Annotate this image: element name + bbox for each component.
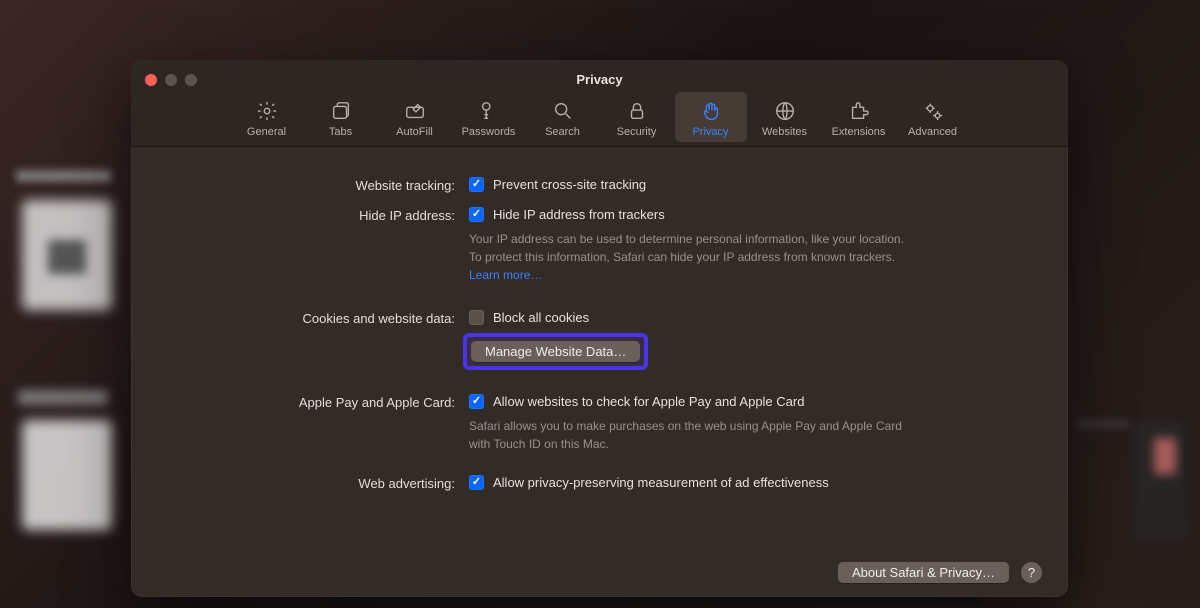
tab-label: Search — [527, 126, 599, 138]
about-safari-privacy-button[interactable]: About Safari & Privacy… — [838, 562, 1009, 583]
desktop-item — [22, 420, 112, 530]
desktop-item — [48, 240, 86, 274]
window-title: Privacy — [131, 72, 1068, 87]
titlebar: Privacy General Tabs AutoFill — [131, 60, 1068, 147]
checkbox-label: Prevent cross-site tracking — [493, 177, 646, 192]
checkbox-block-cookies[interactable] — [469, 310, 484, 325]
checkbox-prevent-cross-site[interactable] — [469, 177, 484, 192]
checkbox-label: Allow privacy-preserving measurement of … — [493, 475, 829, 490]
checkbox-hide-ip[interactable] — [469, 207, 484, 222]
tab-label: Passwords — [453, 126, 525, 138]
tabs-icon — [305, 98, 377, 124]
tab-tabs[interactable]: Tabs — [305, 92, 377, 142]
checkbox-ad-measurement[interactable] — [469, 475, 484, 490]
help-text: Your IP address can be used to determine… — [469, 230, 919, 284]
tab-autofill[interactable]: AutoFill — [379, 92, 451, 142]
row-label: Cookies and website data: — [169, 310, 469, 326]
row-web-advertising: Web advertising: Allow privacy-preservin… — [169, 475, 1030, 491]
toolbar: General Tabs AutoFill Passwords — [131, 92, 1068, 142]
manage-website-data-button[interactable]: Manage Website Data… — [471, 341, 640, 362]
desktop-item — [18, 390, 108, 405]
globe-icon — [749, 98, 821, 124]
tab-websites[interactable]: Websites — [749, 92, 821, 142]
desktop-item — [16, 170, 111, 182]
tab-label: AutoFill — [379, 126, 451, 138]
checkbox-label: Allow websites to check for Apple Pay an… — [493, 394, 804, 409]
lock-icon — [601, 98, 673, 124]
highlight-annotation: Manage Website Data… — [463, 333, 648, 370]
preferences-window: Privacy General Tabs AutoFill — [131, 60, 1068, 597]
puzzle-icon — [823, 98, 895, 124]
tab-label: Advanced — [897, 126, 969, 138]
help-button[interactable]: ? — [1021, 562, 1042, 583]
row-hide-ip: Hide IP address: Hide IP address from tr… — [169, 207, 1030, 284]
tab-search[interactable]: Search — [527, 92, 599, 142]
help-text: Safari allows you to make purchases on t… — [469, 417, 919, 453]
checkbox-label: Hide IP address from trackers — [493, 207, 665, 222]
row-label: Hide IP address: — [169, 207, 469, 223]
help-text-body: Your IP address can be used to determine… — [469, 232, 904, 264]
tab-label: Privacy — [675, 126, 747, 138]
key-icon — [453, 98, 525, 124]
learn-more-link[interactable]: Learn more… — [469, 268, 542, 282]
gears-icon — [897, 98, 969, 124]
pencil-icon — [379, 98, 451, 124]
tab-label: Security — [601, 126, 673, 138]
preferences-body: Website tracking: Prevent cross-site tra… — [131, 147, 1068, 597]
row-label: Web advertising: — [169, 475, 469, 491]
tab-passwords[interactable]: Passwords — [453, 92, 525, 142]
checkbox-label: Block all cookies — [493, 310, 589, 325]
tab-label: General — [231, 126, 303, 138]
gear-icon — [231, 98, 303, 124]
search-icon — [527, 98, 599, 124]
row-cookies: Cookies and website data: Block all cook… — [169, 310, 1030, 370]
tab-extensions[interactable]: Extensions — [823, 92, 895, 142]
row-website-tracking: Website tracking: Prevent cross-site tra… — [169, 177, 1030, 193]
tab-general[interactable]: General — [231, 92, 303, 142]
desktop-item — [1154, 438, 1176, 474]
tab-privacy[interactable]: Privacy — [675, 92, 747, 142]
desktop-item — [1074, 420, 1130, 428]
tab-advanced[interactable]: Advanced — [897, 92, 969, 142]
row-label: Website tracking: — [169, 177, 469, 193]
tab-label: Websites — [749, 126, 821, 138]
hand-icon — [675, 98, 747, 124]
checkbox-apple-pay[interactable] — [469, 394, 484, 409]
footer: About Safari & Privacy… ? — [838, 562, 1042, 583]
tab-security[interactable]: Security — [601, 92, 673, 142]
tab-label: Tabs — [305, 126, 377, 138]
tab-label: Extensions — [823, 126, 895, 138]
row-label: Apple Pay and Apple Card: — [169, 394, 469, 410]
row-apple-pay: Apple Pay and Apple Card: Allow websites… — [169, 394, 1030, 453]
